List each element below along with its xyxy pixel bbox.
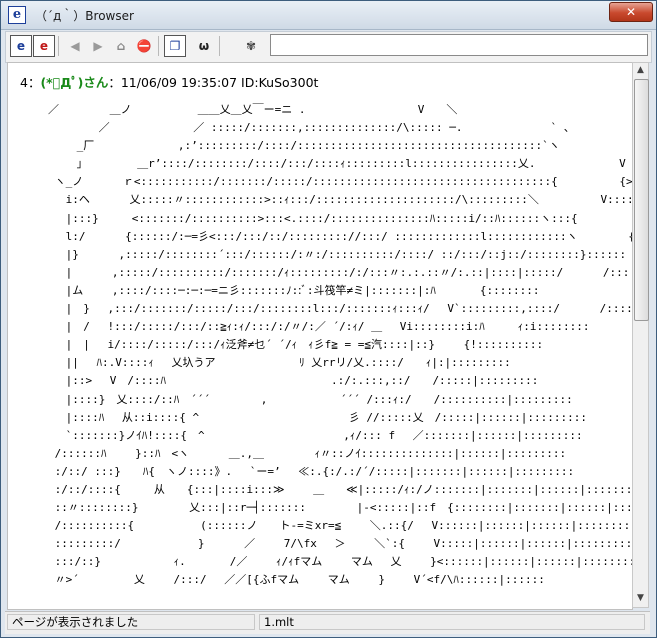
home-icon[interactable]: ⌂ (110, 35, 132, 57)
window-title: （´д｀）Browser (35, 9, 134, 23)
status-file: 1.mlt (259, 614, 645, 630)
toolbar: e e ◀ ▶ ⌂ ⛔ ❐ ω ✾ (5, 31, 652, 63)
close-button[interactable]: ✕ (609, 2, 653, 22)
app-icon[interactable]: e (8, 6, 26, 24)
vertical-scrollbar[interactable]: ▲ ▼ (632, 62, 649, 608)
post-header: 4：(*ﾟДﾟ)さん：11/06/09 19:35:07 ID:KuSo300t (20, 72, 318, 91)
settings-icon[interactable]: ✾ (240, 35, 262, 57)
ie-icon[interactable]: e (10, 35, 32, 57)
thread-content: 4：(*ﾟДﾟ)さん：11/06/09 19:35:07 ID:KuSo300t… (7, 62, 633, 610)
post-separator: ： (27, 75, 41, 90)
post-number[interactable]: 4 (20, 75, 28, 90)
ascii-art-body: ／ ＿ノ ＿＿乂＿乂￣ー=ニ . V ＼ ／ ／ :::::/:::::::,:… (48, 103, 633, 587)
stop-icon[interactable]: ⛔ (133, 35, 155, 57)
status-message: ページが表示されました (7, 614, 255, 630)
toolbar-separator (219, 36, 220, 56)
status-bar: ページが表示されました 1.mlt (5, 611, 650, 634)
copy-icon[interactable]: ❐ (164, 35, 186, 57)
post-meta: ：11/06/09 19:35:07 ID:KuSo300t (108, 75, 319, 90)
scroll-down-icon[interactable]: ▼ (633, 591, 648, 606)
scroll-thumb[interactable] (634, 79, 649, 321)
mona-icon[interactable]: ω (193, 35, 215, 57)
back-icon[interactable]: ◀ (64, 35, 86, 57)
post-author-name: (*ﾟДﾟ)さん (40, 75, 109, 90)
title-bar[interactable]: e （´д｀）Browser ✕ (1, 1, 656, 30)
toolbar-separator (58, 36, 59, 56)
forward-icon[interactable]: ▶ (87, 35, 109, 57)
browser-window: e （´д｀）Browser ✕ e e ◀ ▶ ⌂ ⛔ ❐ ω ✾ 4：(*ﾟ… (0, 0, 657, 638)
toolbar-separator (158, 36, 159, 56)
scroll-up-icon[interactable]: ▲ (633, 63, 648, 78)
ie-red-icon[interactable]: e (33, 35, 55, 57)
url-input[interactable] (270, 34, 648, 56)
